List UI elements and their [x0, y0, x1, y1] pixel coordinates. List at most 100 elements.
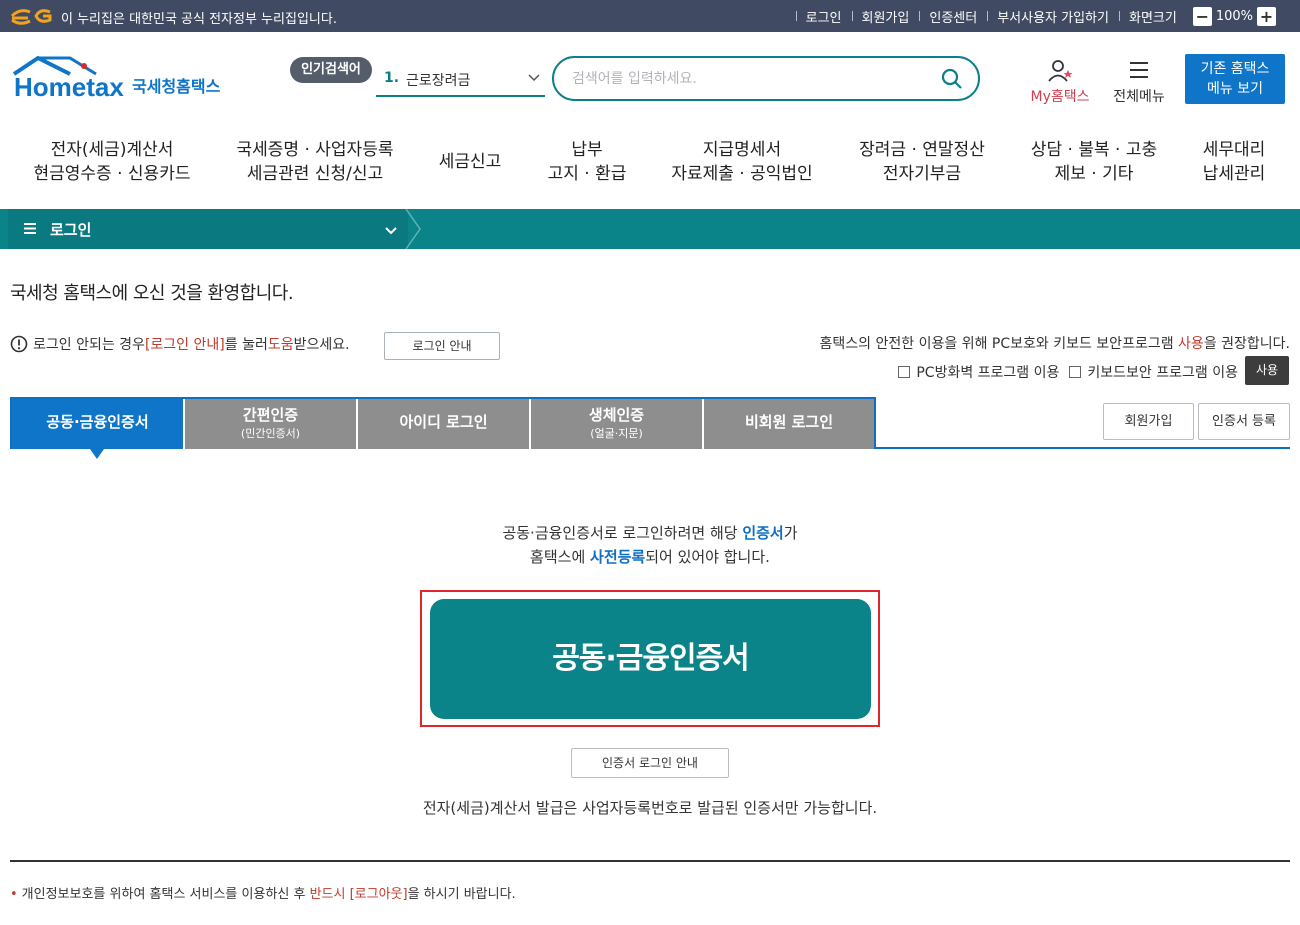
gnb-item-einvoice[interactable]: 전자(세금)계산서 현금영수증 · 신용카드	[24, 138, 200, 208]
search-icon[interactable]	[940, 67, 964, 91]
popular-term: 근로장려금	[406, 73, 471, 89]
help-link[interactable]: [로그인 안내]	[145, 334, 225, 354]
gnb-item-statements[interactable]: 지급명세서 자료제출 · 공익법인	[664, 138, 820, 208]
search-box	[552, 56, 980, 101]
footnote-pre: 개인정보보호를 위하여 홈택스 서비스를 이용하신 후	[21, 887, 310, 902]
msg2-highlight: 사전등록	[590, 548, 646, 566]
hometax-logo-icon: Hometax 국세청홈택스	[12, 55, 221, 102]
login-guide-button[interactable]: 로그인 안내	[384, 332, 500, 360]
egov-logo-icon	[10, 9, 52, 25]
pc-firewall-label: PC방화벽 프로그램 이용	[916, 365, 1060, 381]
user-icon	[1048, 60, 1073, 82]
hometax-logo[interactable]: Hometax 국세청홈택스	[12, 54, 227, 106]
tab-simple-auth[interactable]: 간편인증 (민간인증서)	[185, 399, 358, 449]
gnb-line1: 상담 · 불복 · 고충	[1030, 140, 1158, 160]
top-dept-user-link[interactable]: 부서사용자 가입하기	[987, 7, 1119, 26]
popular-search-select[interactable]: 1. 근로장려금	[376, 62, 545, 97]
active-tab-pointer	[90, 449, 104, 459]
gnb-line1: 전자(세금)계산서	[50, 140, 174, 160]
gnb-item-tax-agent[interactable]: 세무대리 납세관리	[1192, 138, 1276, 208]
gnb-line1: 지급명세서	[702, 140, 782, 160]
msg1-pre: 공동·금융인증서로 로그인하려면 해당	[502, 524, 743, 542]
gnb-item-consulting[interactable]: 상담 · 불복 · 고충 제보 · 기타	[1022, 138, 1166, 208]
gnb-line1: 세금신고	[438, 152, 502, 172]
help-post: 받으세요.	[293, 337, 350, 353]
zoom-in-button[interactable]: +	[1257, 6, 1276, 26]
tab-biometric[interactable]: 생체인증 (얼굴·지문)	[531, 399, 704, 449]
join-button[interactable]: 회원가입	[1103, 403, 1194, 440]
my-hometax-button[interactable]: My홈택스	[1024, 58, 1096, 105]
my-prefix: My	[1030, 89, 1051, 105]
logo-wordmark: Hometax	[14, 72, 124, 102]
all-menu-label: 전체메뉴	[1113, 89, 1165, 105]
gnb-item-incentives[interactable]: 장려금 · 연말정산 전자기부금	[850, 138, 994, 208]
logout-reminder: • 개인정보보호를 위하여 홈택스 서비스를 이용하신 후 반드시 [로그아웃]을…	[10, 883, 516, 902]
gnb-line2: 납세관리	[1202, 164, 1266, 184]
msg2-pre: 홈택스에	[530, 548, 591, 566]
tab-id-login[interactable]: 아이디 로그인	[358, 399, 531, 449]
tab-sublabel: (민간인증서)	[240, 427, 301, 440]
bullet: •	[10, 887, 18, 902]
tab-non-member[interactable]: 비회원 로그인	[704, 399, 874, 449]
footnote-red: 반드시 [로그아웃]	[309, 887, 408, 902]
gnb-line2: 자료제출 · 공익법인	[671, 164, 813, 184]
keyboard-security-checkbox[interactable]	[1069, 366, 1082, 378]
top-login-link[interactable]: 로그인	[795, 7, 852, 26]
menu-lines-icon	[24, 223, 36, 234]
cert-instructions: 공동·금융인증서로 로그인하려면 해당 인증서가 홈택스에 사전등록되어 있어야…	[0, 521, 1300, 569]
hamburger-icon	[1130, 62, 1148, 78]
chevron-down-icon	[528, 74, 540, 82]
search-input[interactable]	[572, 68, 922, 90]
gnb-line1: 장려금 · 연말정산	[859, 140, 985, 160]
logo-subtitle: 국세청홈택스	[132, 77, 221, 96]
zoom-level: 100%	[1215, 8, 1253, 24]
cert-register-button[interactable]: 인증서 등록	[1198, 403, 1290, 440]
legacy-menu-button[interactable]: 기존 홈택스 메뉴 보기	[1185, 54, 1285, 104]
security-options: PC방화벽 프로그램 이용 키보드보안 프로그램 이용	[888, 362, 1238, 382]
help-red: 도움	[267, 337, 294, 353]
zoom-out-button[interactable]: −	[1192, 6, 1212, 26]
chevron-down-icon[interactable]	[384, 223, 398, 237]
gnb-line1: 세무대리	[1202, 140, 1266, 160]
security-red: 사용	[1178, 336, 1204, 352]
pc-firewall-option[interactable]: PC방화벽 프로그램 이용	[898, 362, 1059, 382]
gnb-line1: 납부	[571, 140, 603, 160]
cert-login-guide-button[interactable]: 인증서 로그인 안내	[571, 748, 729, 778]
legacy-line2: 메뉴 보기	[1207, 81, 1263, 97]
gnb-item-payment[interactable]: 납부 고지 · 환급	[540, 138, 634, 208]
zoom-control: − 100% +	[1192, 6, 1276, 26]
joint-cert-login-button[interactable]: 공동·금융인증서	[430, 599, 871, 719]
gnb-item-certificates[interactable]: 국세증명 · 사업자등록 세금관련 신청/신고	[228, 138, 402, 208]
top-cert-center-link[interactable]: 인증센터	[919, 7, 987, 26]
popular-rank: 1.	[384, 70, 400, 86]
tab-label: 간편인증	[242, 406, 299, 424]
gov-notice: 이 누리집은 대한민국 공식 전자정부 누리집입니다.	[61, 12, 337, 27]
msg2-post: 되어 있어야 합니다.	[645, 548, 770, 566]
location-bar: 로그인	[0, 209, 1300, 249]
top-join-link[interactable]: 회원가입	[851, 7, 920, 26]
screen-size-label: 화면크기	[1118, 7, 1187, 26]
gnb-line2: 전자기부금	[882, 164, 962, 184]
gnb-line2: 현금영수증 · 신용카드	[33, 164, 191, 184]
msg1-post: 가	[783, 524, 798, 542]
tab-label: 아이디 로그인	[399, 413, 488, 431]
popular-search-badge: 인기검색어	[290, 57, 372, 83]
gnb-line2: 세금관련 신청/신고	[246, 164, 384, 184]
keyboard-security-label: 키보드보안 프로그램 이용	[1087, 365, 1238, 381]
footnote-post: 을 하시기 바랍니다.	[407, 887, 516, 902]
tab-joint-cert[interactable]: 공동·금융인증서	[12, 399, 185, 449]
help-mid: 를 눌러	[224, 337, 268, 353]
security-use-button[interactable]: 사용	[1245, 356, 1289, 385]
pc-firewall-checkbox[interactable]	[898, 366, 911, 378]
security-post: 을 권장합니다.	[1203, 336, 1290, 352]
tab-sublabel: (얼굴·지문)	[590, 427, 643, 440]
login-tabs: 공동·금융인증서 간편인증 (민간인증서) 아이디 로그인 생체인증 (얼굴·지…	[10, 397, 876, 449]
gnb-line2: 고지 · 환급	[547, 164, 627, 184]
page-title: 국세청 홈택스에 오신 것을 환영합니다.	[10, 283, 294, 304]
tab-label: 생체인증	[588, 406, 645, 424]
keyboard-security-option[interactable]: 키보드보안 프로그램 이용	[1069, 362, 1238, 382]
gnb-line2: 제보 · 기타	[1054, 164, 1134, 184]
main-navigation: 전자(세금)계산서 현금영수증 · 신용카드 국세증명 · 사업자등록 세금관련…	[0, 130, 1300, 200]
security-recommend-text: 홈택스의 안전한 이용을 위해 PC보호와 키보드 보안프로그램 사용을 권장합…	[820, 333, 1290, 353]
all-menu-button[interactable]: 전체메뉴	[1106, 58, 1172, 105]
